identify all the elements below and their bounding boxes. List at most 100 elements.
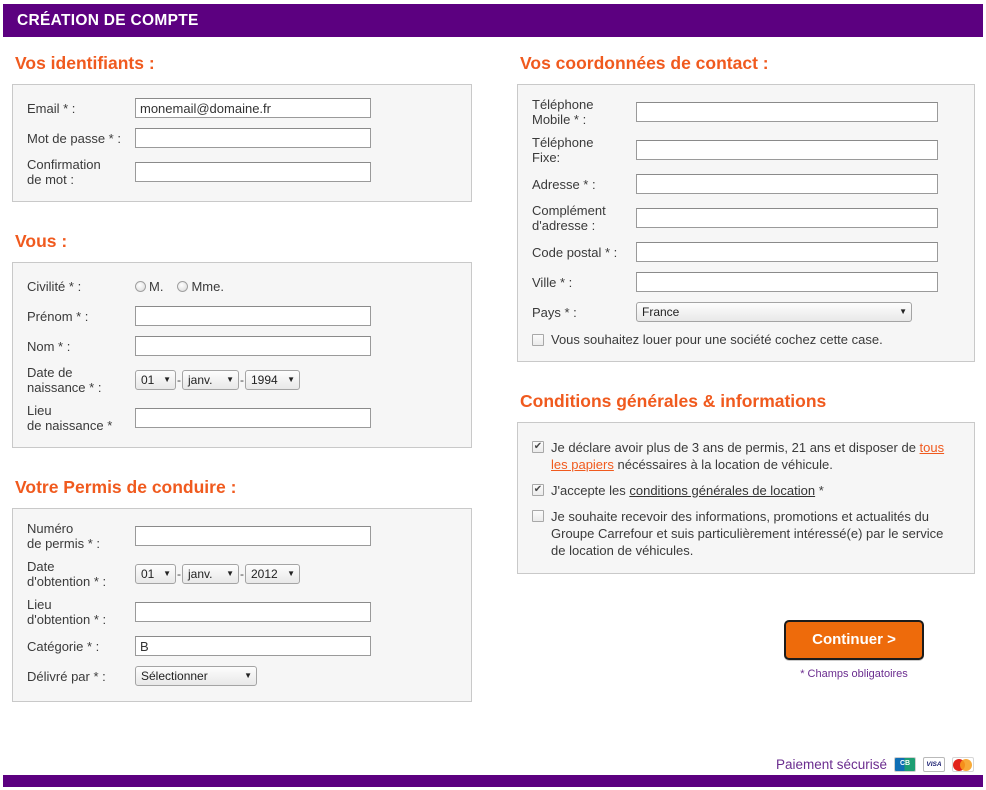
field-row-lieu-naissance: Lieu de naissance * xyxy=(27,403,457,433)
chevron-down-icon: ▼ xyxy=(287,570,295,578)
label-tel-fixe-line2: Fixe: xyxy=(532,150,632,165)
conditions-generales-link[interactable]: conditions générales de location xyxy=(629,483,815,498)
birth-year-value: 1994 xyxy=(251,373,278,387)
label-numero-permis-line2: de permis * : xyxy=(27,536,131,551)
label-tel-fixe-line1: Téléphone xyxy=(532,135,632,150)
label-date-obtention: Date d'obtention * : xyxy=(27,559,135,589)
code-postal-input[interactable] xyxy=(636,242,938,262)
license-day-select[interactable]: 01 ▼ xyxy=(135,564,176,584)
delivre-par-select[interactable]: Sélectionner ▼ xyxy=(135,666,257,686)
label-password: Mot de passe * : xyxy=(27,131,135,146)
condition-item-cgl: J'accepte les conditions générales de lo… xyxy=(532,482,958,499)
field-row-email: Email * : xyxy=(27,97,457,119)
field-row-prenom: Prénom * : xyxy=(27,305,457,327)
prenom-input[interactable] xyxy=(135,306,371,326)
page-footer-bar xyxy=(3,775,983,787)
required-fields-note: * Champs obligatoires xyxy=(734,668,974,680)
password-confirm-input[interactable] xyxy=(135,162,371,182)
field-row-ville: Ville * : xyxy=(532,271,960,293)
field-row-date-obtention: Date d'obtention * : 01 ▼ - janv. ▼ - xyxy=(27,559,457,589)
license-year-select[interactable]: 2012 ▼ xyxy=(245,564,300,584)
label-adresse: Adresse * : xyxy=(532,177,636,192)
panel-coordonnees: Téléphone Mobile * : Téléphone Fixe: Adr… xyxy=(517,84,975,362)
nom-input[interactable] xyxy=(135,336,371,356)
continue-button[interactable]: Continuer > xyxy=(784,620,924,660)
condition-text-newsletter: Je souhaite recevoir des informations, p… xyxy=(551,508,958,559)
section-title-permis: Votre Permis de conduire : xyxy=(15,476,472,498)
right-column: Vos coordonnées de contact : Téléphone M… xyxy=(517,52,975,574)
lieu-obtention-input[interactable] xyxy=(135,602,371,622)
label-password-confirm-line2: de mot : xyxy=(27,172,131,187)
field-row-delivre-par: Délivré par * : Sélectionner ▼ xyxy=(27,665,457,687)
label-lieu-obtention: Lieu d'obtention * : xyxy=(27,597,135,627)
condition-checkbox-newsletter[interactable] xyxy=(532,510,544,522)
cb-card-icon xyxy=(894,757,916,772)
condition-item-newsletter: Je souhaite recevoir des informations, p… xyxy=(532,508,958,559)
left-column: Vos identifiants : Email * : Mot de pass… xyxy=(12,52,472,702)
birth-year-select[interactable]: 1994 ▼ xyxy=(245,370,300,390)
condition-text-permis: Je déclare avoir plus de 3 ans de permis… xyxy=(551,439,958,473)
condition-item-permis: Je déclare avoir plus de 3 ans de permis… xyxy=(532,439,958,473)
pays-select[interactable]: France ▼ xyxy=(636,302,912,322)
secure-payment-row: Paiement sécurisé xyxy=(776,757,974,772)
radio-button-icon[interactable] xyxy=(177,281,188,292)
field-row-categorie: Catégorie * : xyxy=(27,635,457,657)
field-row-password: Mot de passe * : xyxy=(27,127,457,149)
birth-month-select[interactable]: janv. ▼ xyxy=(182,370,239,390)
tel-fixe-input[interactable] xyxy=(636,140,938,160)
field-row-password-confirm: Confirmation de mot : xyxy=(27,157,457,187)
license-day-value: 01 xyxy=(141,567,154,581)
license-month-value: janv. xyxy=(188,567,212,581)
radio-civilite-m[interactable]: M. xyxy=(135,279,163,294)
label-ville: Ville * : xyxy=(532,275,636,290)
label-pays: Pays * : xyxy=(532,305,636,320)
radio-button-icon[interactable] xyxy=(135,281,146,292)
birth-day-select[interactable]: 01 ▼ xyxy=(135,370,176,390)
label-date-obtention-line2: d'obtention * : xyxy=(27,574,131,589)
field-row-tel-fixe: Téléphone Fixe: xyxy=(532,135,960,165)
categorie-input[interactable] xyxy=(135,636,371,656)
field-row-lieu-obtention: Lieu d'obtention * : xyxy=(27,597,457,627)
condition-text-permis-after: nécéssaires à la location de véhicule. xyxy=(614,457,833,472)
societe-checkbox-label: Vous souhaitez louer pour une société co… xyxy=(551,332,883,347)
mastercard-circle-orange xyxy=(960,759,972,771)
complement-adresse-input[interactable] xyxy=(636,208,938,228)
label-lieu-naissance: Lieu de naissance * xyxy=(27,403,135,433)
tel-mobile-input[interactable] xyxy=(636,102,938,122)
label-lieu-naissance-line2: de naissance * xyxy=(27,418,131,433)
label-lieu-obtention-line2: d'obtention * : xyxy=(27,612,131,627)
label-date-naissance-line1: Date de xyxy=(27,365,131,380)
label-numero-permis-line1: Numéro xyxy=(27,521,131,536)
numero-permis-input[interactable] xyxy=(135,526,371,546)
radio-civilite-mme-label: Mme. xyxy=(191,279,224,294)
adresse-input[interactable] xyxy=(636,174,938,194)
ville-input[interactable] xyxy=(636,272,938,292)
field-row-tel-mobile: Téléphone Mobile * : xyxy=(532,97,960,127)
lieu-naissance-input[interactable] xyxy=(135,408,371,428)
license-month-select[interactable]: janv. ▼ xyxy=(182,564,239,584)
label-complement-adresse-line2: d'adresse : xyxy=(532,218,632,233)
field-row-numero-permis: Numéro de permis * : xyxy=(27,521,457,551)
license-year-value: 2012 xyxy=(251,567,278,581)
field-row-societe-checkbox: Vous souhaitez louer pour une société co… xyxy=(532,332,960,347)
label-email: Email * : xyxy=(27,101,135,116)
label-password-confirm-line1: Confirmation xyxy=(27,157,131,172)
label-tel-fixe: Téléphone Fixe: xyxy=(532,135,636,165)
condition-checkbox-permis[interactable] xyxy=(532,441,544,453)
panel-permis: Numéro de permis * : Date d'obtention * … xyxy=(12,508,472,702)
label-tel-mobile-line1: Téléphone xyxy=(532,97,632,112)
radio-civilite-m-label: M. xyxy=(149,279,163,294)
date-obtention-group: 01 ▼ - janv. ▼ - 2012 ▼ xyxy=(135,564,300,584)
label-numero-permis: Numéro de permis * : xyxy=(27,521,135,551)
civilite-radio-group: M. Mme. xyxy=(135,279,234,294)
password-input[interactable] xyxy=(135,128,371,148)
societe-checkbox[interactable] xyxy=(532,334,544,346)
condition-text-cgl: J'accepte les conditions générales de lo… xyxy=(551,482,824,499)
radio-civilite-mme[interactable]: Mme. xyxy=(177,279,224,294)
label-categorie: Catégorie * : xyxy=(27,639,135,654)
condition-checkbox-cgl[interactable] xyxy=(532,484,544,496)
date-naissance-group: 01 ▼ - janv. ▼ - 1994 ▼ xyxy=(135,370,300,390)
email-input[interactable] xyxy=(135,98,371,118)
label-complement-adresse-line1: Complément xyxy=(532,203,632,218)
condition-text-permis-before: Je déclare avoir plus de 3 ans de permis… xyxy=(551,440,920,455)
